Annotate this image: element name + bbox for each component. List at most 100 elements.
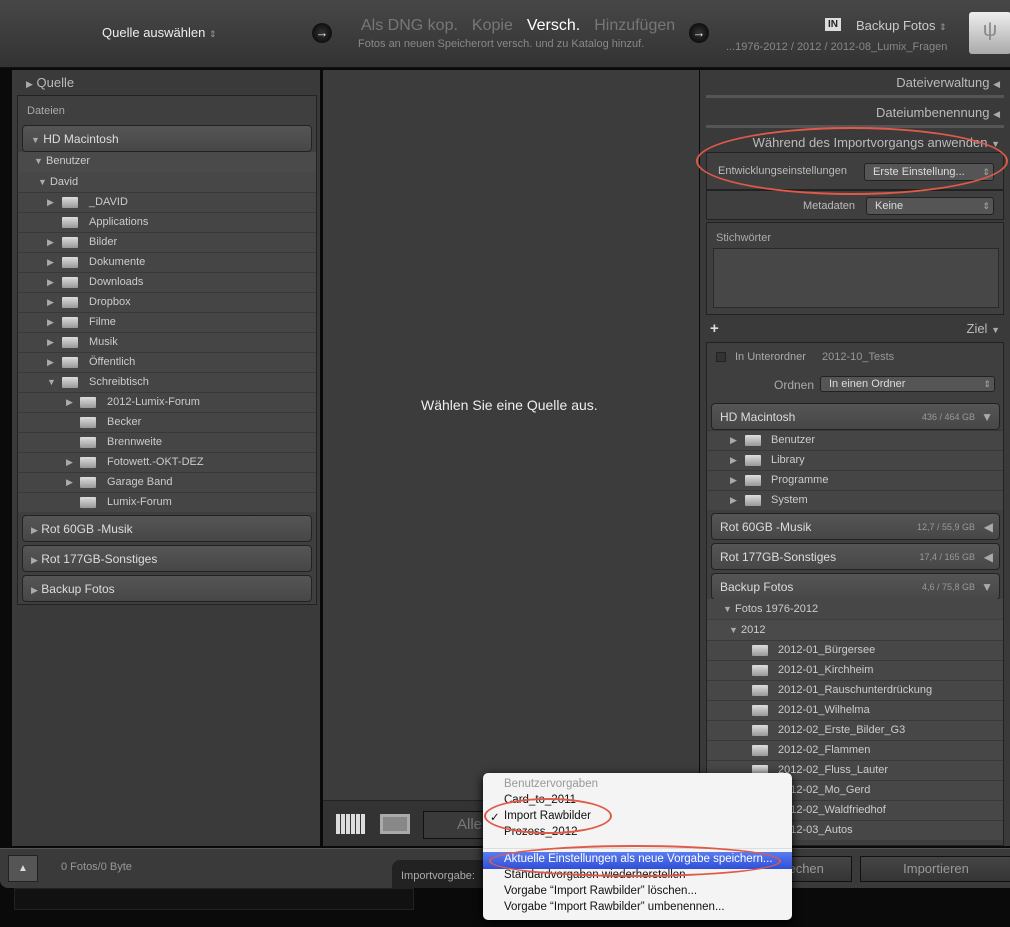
- disclosure-triangle-icon[interactable]: ▶: [66, 397, 73, 408]
- folder-row[interactable]: ▶ Downloads: [18, 272, 316, 292]
- folder-label: Bilder: [89, 236, 118, 248]
- select-value: Keine: [875, 200, 904, 212]
- folder-row[interactable]: ▶ Benutzer: [707, 430, 1003, 450]
- folder-label: Benutzer: [771, 434, 816, 446]
- filmstrip-toolbar: [14, 888, 414, 910]
- dest-drive[interactable]: Rot 177GB-Sonstiges 17,4 / 165 GB ◀: [711, 543, 1000, 570]
- folder-label: 2012-01_Kirchheim: [778, 664, 874, 676]
- drive-hd-macintosh[interactable]: ▼ HD Macintosh: [22, 125, 312, 152]
- folder-row[interactable]: ▼ Schreibtisch: [18, 372, 316, 392]
- folder-2012[interactable]: ▼ 2012: [707, 620, 1003, 640]
- folder-row[interactable]: ▶ Fotowett.-OKT-DEZ: [18, 452, 316, 472]
- folder-row[interactable]: ▶ Programme: [707, 470, 1003, 490]
- folder-label: Öffentlich: [89, 356, 136, 368]
- folder-label: _DAVID: [89, 196, 128, 208]
- source-drive[interactable]: ▶ Backup Fotos: [22, 575, 312, 602]
- mode-tab[interactable]: Hinzufügen: [594, 17, 675, 34]
- source-drive[interactable]: ▶ Rot 177GB-Sonstiges: [22, 545, 312, 572]
- folder-label: Becker: [107, 416, 142, 428]
- disclosure-triangle-icon[interactable]: ▶: [47, 237, 54, 248]
- disclosure-triangle-icon[interactable]: ▶: [47, 337, 54, 348]
- mode-tab[interactable]: Kopie: [472, 17, 513, 34]
- folder-fotos[interactable]: ▼ Fotos 1976-2012: [707, 599, 1003, 619]
- dest-drive-hd-macintosh[interactable]: HD Macintosh 436 / 464 GB ▼: [711, 403, 1000, 430]
- disclosure-triangle-icon[interactable]: ▶: [730, 495, 737, 506]
- mode-tab[interactable]: Als DNG kop.: [361, 17, 458, 34]
- import-button[interactable]: Importieren: [860, 856, 1010, 882]
- drive-size: 12,7 / 55,9 GB: [916, 522, 975, 532]
- folder-row[interactable]: 2012-01_Kirchheim: [707, 660, 1003, 680]
- file-handling-header[interactable]: Dateiverwaltung ◀: [896, 75, 1000, 90]
- folder-row[interactable]: 2012-02_Flammen: [707, 740, 1003, 760]
- folder-row[interactable]: Brennweite: [18, 432, 316, 452]
- add-destination-icon[interactable]: +: [710, 320, 719, 337]
- folder-icon: [80, 397, 96, 408]
- header-label: Dateiverwaltung: [896, 75, 990, 90]
- folder-benutzer[interactable]: ▼ Benutzer: [18, 152, 316, 172]
- folder-icon: [752, 665, 768, 676]
- annotation-ellipse: [489, 845, 781, 877]
- folder-row[interactable]: 2012-01_Bürgersee: [707, 640, 1003, 660]
- folder-row[interactable]: ▶ 2012-Lumix-Forum: [18, 392, 316, 412]
- subfolder-name[interactable]: 2012-10_Tests: [822, 351, 894, 363]
- destination-select[interactable]: Backup Fotos ⇕: [856, 18, 947, 33]
- disclosure-triangle-icon[interactable]: ▶: [47, 317, 54, 328]
- disclosure-triangle-icon[interactable]: ▼: [47, 377, 56, 387]
- disclosure-triangle-icon[interactable]: ▶: [47, 197, 54, 208]
- folder-label: Filme: [89, 316, 116, 328]
- folder-row[interactable]: Applications: [18, 212, 316, 232]
- organize-select[interactable]: In einen Ordner ⇕: [820, 376, 995, 392]
- folder-row[interactable]: ▶ Garage Band: [18, 472, 316, 492]
- folder-icon: [80, 457, 96, 468]
- folder-row[interactable]: ▶ Öffentlich: [18, 352, 316, 372]
- folder-row[interactable]: 2012-02_Erste_Bilder_G3: [707, 720, 1003, 740]
- loupe-view-icon[interactable]: [380, 814, 410, 834]
- folder-label: Garage Band: [107, 476, 173, 488]
- folder-row[interactable]: ▶ _DAVID: [18, 192, 316, 212]
- folder-row[interactable]: ▶ Dropbox: [18, 292, 316, 312]
- keywords-input[interactable]: [713, 248, 999, 308]
- folder-icon: [745, 455, 761, 466]
- folder-icon: [745, 475, 761, 486]
- grid-view-icon[interactable]: [336, 814, 366, 834]
- folder-row[interactable]: ▶ Library: [707, 450, 1003, 470]
- mode-tab[interactable]: Versch.: [527, 17, 580, 34]
- destination-header[interactable]: Ziel ▼: [967, 321, 1001, 336]
- menu-action[interactable]: Vorgabe “Import Rawbilder” umbenennen...: [504, 901, 725, 913]
- disclosure-triangle-icon[interactable]: ▶: [47, 277, 54, 288]
- source-select[interactable]: Quelle auswählen ⇕: [102, 25, 217, 40]
- disclosure-triangle-icon[interactable]: ▶: [730, 455, 737, 466]
- folder-icon: [62, 297, 78, 308]
- metadata-select[interactable]: Keine ⇕: [866, 197, 994, 215]
- drive-size: 436 / 464 GB: [921, 412, 975, 422]
- disclosure-triangle-icon[interactable]: ▶: [730, 435, 737, 446]
- dest-drive[interactable]: Backup Fotos 4,6 / 75,8 GB ▼: [711, 573, 1000, 600]
- dest-drive[interactable]: Rot 60GB -Musik 12,7 / 55,9 GB ◀: [711, 513, 1000, 540]
- source-select-label: Quelle auswählen: [102, 25, 206, 40]
- folder-row[interactable]: 2012-01_Wilhelma: [707, 700, 1003, 720]
- folder-row[interactable]: ▶ Dokumente: [18, 252, 316, 272]
- menu-action[interactable]: Vorgabe “Import Rawbilder” löschen...: [504, 885, 697, 897]
- folder-row[interactable]: 2012-01_Rauschunterdrückung: [707, 680, 1003, 700]
- file-renaming-header[interactable]: Dateiumbenennung ◀: [876, 105, 1000, 120]
- source-header[interactable]: ▶ Quelle: [26, 75, 74, 90]
- disclosure-triangle-icon[interactable]: ▶: [66, 477, 73, 488]
- mode-tabs: Als DNG kop. Kopie Versch. Hinzufügen: [361, 17, 689, 35]
- folder-david[interactable]: ▼ David: [18, 172, 316, 192]
- folder-row[interactable]: ▶ Bilder: [18, 232, 316, 252]
- disclosure-triangle-icon[interactable]: ▶: [47, 297, 54, 308]
- folder-row[interactable]: Lumix-Forum: [18, 492, 316, 512]
- disclosure-triangle-icon[interactable]: ▶: [47, 357, 54, 368]
- expand-up-icon[interactable]: ▲: [8, 855, 38, 882]
- folder-row[interactable]: Becker: [18, 412, 316, 432]
- files-section-label: Dateien: [27, 105, 65, 117]
- folder-row[interactable]: ▶ Filme: [18, 312, 316, 332]
- disclosure-triangle-icon[interactable]: ▶: [47, 257, 54, 268]
- usb-drive-icon: ψ: [969, 12, 1010, 54]
- folder-row[interactable]: ▶ System: [707, 490, 1003, 510]
- disclosure-triangle-icon[interactable]: ▶: [66, 457, 73, 468]
- subfolder-checkbox[interactable]: [716, 352, 726, 362]
- source-drive[interactable]: ▶ Rot 60GB -Musik: [22, 515, 312, 542]
- disclosure-triangle-icon[interactable]: ▶: [730, 475, 737, 486]
- folder-row[interactable]: ▶ Musik: [18, 332, 316, 352]
